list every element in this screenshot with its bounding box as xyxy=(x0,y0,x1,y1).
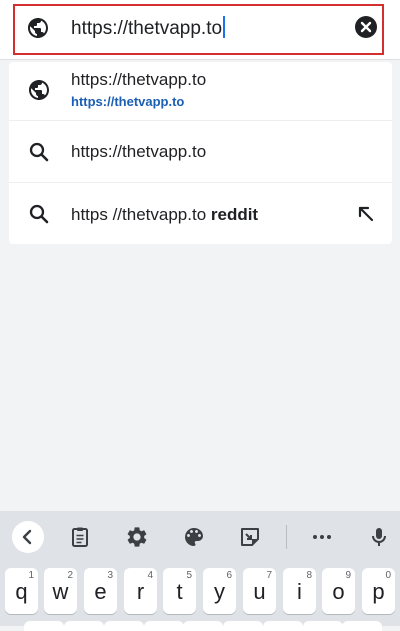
suggestion-completion: reddit xyxy=(210,205,259,224)
globe-icon xyxy=(29,80,49,100)
close-icon xyxy=(360,21,372,33)
suggestion-row[interactable]: https://thetvapp.to https://thetvapp.to xyxy=(9,62,392,120)
suggestion-row[interactable]: https //thetvapp.to reddit xyxy=(9,182,392,244)
key-u[interactable]: 7 u xyxy=(243,568,276,614)
key-letter: y xyxy=(214,579,225,604)
key-partial[interactable] xyxy=(64,621,104,631)
key-letter: q xyxy=(15,579,28,604)
key-t[interactable]: 5 t xyxy=(163,568,196,614)
keyboard-toolbar xyxy=(0,511,400,563)
key-partial[interactable] xyxy=(144,621,184,631)
key-y[interactable]: 6 y xyxy=(203,568,236,614)
palette-icon[interactable] xyxy=(182,525,206,549)
key-partial[interactable] xyxy=(104,621,144,631)
key-i[interactable]: 8 i xyxy=(283,568,316,614)
key-letter: i xyxy=(297,579,302,604)
globe-icon xyxy=(28,18,48,38)
microphone-icon[interactable] xyxy=(367,525,391,549)
key-e[interactable]: 3 e xyxy=(84,568,117,614)
keyboard-collapse-button[interactable] xyxy=(12,521,44,553)
key-letter: r xyxy=(136,579,145,604)
key-letter: t xyxy=(176,579,183,604)
key-letter: u xyxy=(253,579,266,604)
key-partial[interactable] xyxy=(223,621,263,631)
key-w[interactable]: 2 w xyxy=(44,568,77,614)
key-letter: e xyxy=(94,579,107,604)
sticker-icon[interactable] xyxy=(238,525,262,549)
more-icon[interactable] xyxy=(310,525,334,549)
key-letter: p xyxy=(372,579,385,604)
suggestion-title: https //thetvapp.to reddit xyxy=(71,205,258,225)
key-r[interactable]: 4 r xyxy=(124,568,157,614)
key-p[interactable]: 0 p xyxy=(362,568,395,614)
search-icon xyxy=(29,204,49,224)
key-o[interactable]: 9 o xyxy=(322,568,355,614)
text-cursor xyxy=(223,16,226,38)
key-partial[interactable] xyxy=(303,621,343,631)
suggestion-query: https //thetvapp.to xyxy=(71,205,211,224)
chevron-left-icon xyxy=(22,529,32,545)
gear-icon[interactable] xyxy=(125,525,149,549)
keyboard: 1 q 2 w 3 e 4 r 5 t 6 y 7 u 8 i 9 o 0 p xyxy=(0,563,400,631)
url-input[interactable]: https://thetvapp.to xyxy=(71,16,226,40)
key-partial[interactable] xyxy=(183,621,223,631)
suggestion-title: https://thetvapp.to xyxy=(71,70,207,89)
key-partial[interactable] xyxy=(24,621,64,631)
key-letter: o xyxy=(332,579,345,604)
suggestion-row[interactable]: https://thetvapp.to xyxy=(9,120,392,182)
key-partial[interactable] xyxy=(263,621,303,631)
key-q[interactable]: 1 q xyxy=(5,568,38,614)
suggestion-url: https://thetvapp.to xyxy=(71,94,185,109)
suggestions-list: https://thetvapp.to https://thetvapp.to … xyxy=(9,62,392,244)
search-icon xyxy=(29,142,49,162)
arrow-up-left-icon xyxy=(358,206,374,222)
url-bar[interactable]: https://thetvapp.to xyxy=(0,0,400,60)
url-input-text: https://thetvapp.to xyxy=(71,18,223,39)
key-letter: w xyxy=(52,579,69,604)
clear-input-button[interactable] xyxy=(355,16,377,38)
fill-query-button[interactable] xyxy=(354,202,378,226)
suggestion-title: https://thetvapp.to xyxy=(71,142,207,161)
toolbar-divider xyxy=(286,525,287,549)
clipboard-icon[interactable] xyxy=(68,525,92,549)
key-partial[interactable] xyxy=(342,621,382,631)
